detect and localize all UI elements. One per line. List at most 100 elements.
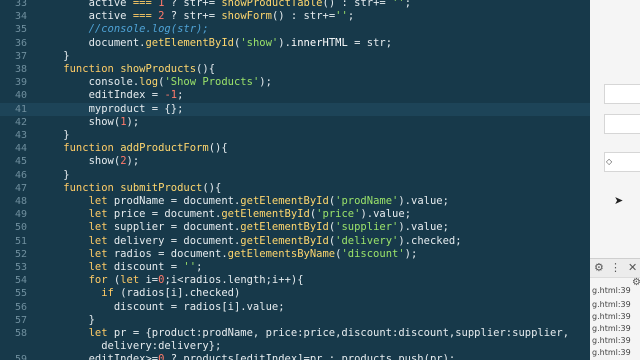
code-token: str	[183, 10, 203, 23]
code-text[interactable]: let pr = {product:prodName, price:price,…	[38, 327, 569, 340]
code-token: +=	[322, 10, 336, 23]
line-number: 34	[14, 11, 27, 23]
code-line[interactable]: 33 active === 1 ? str+= showProductTable…	[0, 0, 590, 10]
code-token: (radios[i].checked)	[120, 287, 241, 300]
code-line[interactable]: 51 let delivery = document.getElementByI…	[0, 235, 590, 248]
code-line[interactable]: 41 myproduct = {};	[0, 102, 590, 116]
console-source-link[interactable]: g.html:39	[592, 300, 640, 309]
code-token: log	[139, 76, 159, 89]
code-token: showProducts	[120, 63, 197, 75]
code-line[interactable]: 37 }	[0, 50, 590, 63]
code-token: getElementById	[240, 195, 329, 207]
code-line[interactable]: delivery:delivery};	[0, 340, 590, 353]
code-text[interactable]: show(1);	[38, 115, 140, 129]
code-line[interactable]: 46 }	[0, 169, 590, 182]
code-text[interactable]: let delivery = document.getElementById('…	[38, 235, 462, 248]
code-token: );	[126, 155, 140, 168]
devtools-toolbar: ⚙ ⋮ ✕	[590, 258, 640, 278]
code-token: function	[38, 181, 121, 194]
code-token: ''	[392, 0, 405, 9]
code-line[interactable]: 54 for (let i=0;i<radios.length;i++){	[0, 274, 590, 287]
code-line[interactable]: 53 let discount = '';	[0, 261, 590, 274]
code-text[interactable]: discount = radios[i].value;	[38, 301, 285, 314]
code-token: show(	[38, 115, 121, 128]
code-text[interactable]: let prodName = document.getElementById('…	[38, 195, 449, 208]
code-line[interactable]: 47 function submitProduct(){	[0, 182, 590, 195]
code-line[interactable]: 56 discount = radios[i].value;	[0, 301, 590, 314]
code-text[interactable]: }	[38, 129, 69, 142]
code-text[interactable]: document.getElementById('show').innerHTM…	[38, 37, 393, 50]
code-line[interactable]: 44 function addProductForm(){	[0, 142, 590, 155]
code-text[interactable]: function addProductForm(){	[38, 142, 228, 155]
more-icon[interactable]: ⋮	[610, 261, 621, 274]
chevron-updown-icon[interactable]: ◇	[606, 157, 612, 166]
code-text[interactable]: //console.log(str);	[38, 23, 209, 36]
code-text[interactable]: editIndex>=0 ? products[editIndex]=pr : …	[38, 353, 456, 360]
code-token: if	[38, 287, 121, 300]
code-token: let	[38, 234, 114, 247]
code-text[interactable]: myproduct = {};	[38, 103, 184, 116]
code-line[interactable]: 58 let pr = {product:prodName, price:pri…	[0, 327, 590, 340]
console-source-link[interactable]: g.html:39	[592, 312, 640, 321]
code-text[interactable]: let radios = document.getElementsByName(…	[38, 247, 418, 261]
code-line[interactable]: 36 document.getElementById('show').inner…	[0, 37, 590, 50]
code-text[interactable]: active === 2 ? str+= showForm() : str+='…	[38, 10, 355, 23]
code-text[interactable]: delivery:delivery};	[38, 340, 221, 353]
code-token: 'prodName'	[335, 195, 399, 207]
code-text[interactable]: let discount = '';	[38, 261, 203, 274]
code-text[interactable]: if (radios[i].checked)	[38, 287, 240, 300]
code-line[interactable]: 42 show(1);	[0, 116, 590, 129]
code-token: () :	[322, 0, 355, 9]
form-input-2[interactable]	[604, 114, 640, 134]
line-number: 52	[14, 248, 27, 260]
code-text[interactable]: active === 1 ? str+= showProductTable() …	[38, 0, 411, 10]
console-source-link[interactable]: g.html:39	[592, 336, 640, 345]
code-text[interactable]: editIndex = -1;	[38, 89, 184, 102]
code-text[interactable]: for (let i=0;i<radios.length;i++){	[38, 274, 304, 287]
code-text[interactable]: }	[38, 50, 69, 63]
code-line[interactable]: 59 editIndex>=0 ? products[editIndex]=pr…	[0, 353, 590, 360]
code-line[interactable]: 35 //console.log(str);	[0, 23, 590, 36]
code-line[interactable]: 43 }	[0, 129, 590, 142]
gear-icon[interactable]: ⚙	[594, 261, 604, 274]
code-line[interactable]: 50 let supplier = document.getElementByI…	[0, 221, 590, 234]
code-text[interactable]: console.log('Show Products');	[38, 76, 272, 89]
code-line[interactable]: 49 let price = document.getElementById('…	[0, 208, 590, 221]
console-source-link[interactable]: g.html:39	[592, 324, 640, 333]
code-text[interactable]: function submitProduct(){	[38, 182, 221, 195]
line-number: 33	[14, 0, 27, 9]
code-token: ? products[editIndex]=pr : products.push…	[164, 353, 456, 360]
code-token: }	[38, 313, 95, 326]
code-line[interactable]: 55 if (radios[i].checked)	[0, 287, 590, 300]
code-token: ?	[164, 0, 184, 9]
close-icon[interactable]: ✕	[628, 261, 637, 274]
code-token: showProductTable	[221, 0, 323, 9]
code-text[interactable]: }	[38, 314, 95, 327]
code-token: +=	[373, 0, 393, 9]
console-source-link[interactable]: g.html:39	[592, 348, 640, 357]
code-text[interactable]: let supplier = document.getElementById('…	[38, 221, 449, 234]
code-line[interactable]: 57 }	[0, 314, 590, 327]
code-text[interactable]: }	[38, 169, 69, 182]
code-editor[interactable]: 33 active === 1 ? str+= showProductTable…	[0, 0, 590, 360]
code-token: delivery:delivery};	[38, 340, 222, 353]
form-input-1[interactable]	[604, 84, 640, 104]
code-token: ''	[335, 10, 348, 23]
code-token: ).value;	[398, 221, 449, 234]
code-token: ;	[347, 10, 355, 23]
code-line[interactable]: 40 editIndex = -1;	[0, 89, 590, 102]
code-line[interactable]: 45 show(2);	[0, 155, 590, 168]
code-text[interactable]: show(2);	[38, 155, 140, 168]
console-source-link[interactable]: g.html:39	[592, 286, 640, 295]
code-line[interactable]: 52 let radios = document.getElementsByNa…	[0, 248, 590, 261]
code-line[interactable]: 38 function showProducts(){	[0, 63, 590, 76]
code-token: radios = document.	[113, 247, 228, 260]
code-text[interactable]: let price = document.getElementById('pri…	[38, 208, 411, 221]
code-line[interactable]: 34 active === 2 ? str+= showForm() : str…	[0, 10, 590, 23]
code-token: (){	[208, 142, 228, 155]
code-token: let	[38, 195, 114, 207]
code-text[interactable]: function showProducts(){	[38, 63, 215, 76]
code-token: (){	[202, 181, 222, 194]
code-line[interactable]: 39 console.log('Show Products');	[0, 76, 590, 89]
code-line[interactable]: 48 let prodName = document.getElementByI…	[0, 195, 590, 208]
